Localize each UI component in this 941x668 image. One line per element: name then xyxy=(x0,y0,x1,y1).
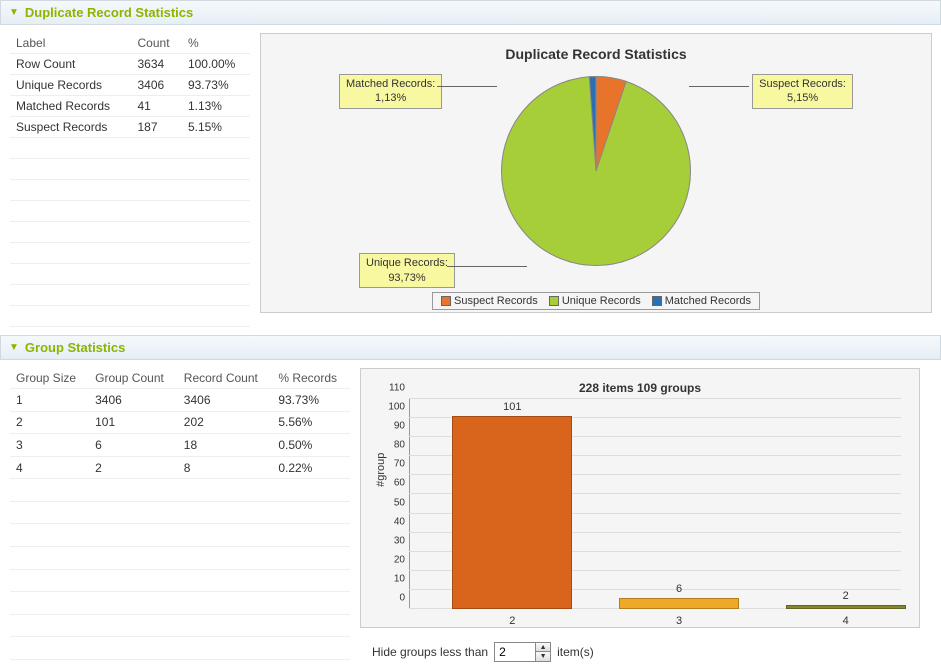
table-row[interactable]: 2 101 202 5.56% xyxy=(10,411,350,434)
col-label: Label xyxy=(10,33,132,54)
table-row[interactable]: 3 6 18 0.50% xyxy=(10,434,350,457)
col-pct-records: % Records xyxy=(272,368,350,389)
pie-chart-title: Duplicate Record Statistics xyxy=(269,42,923,66)
duplicate-stats-title: Duplicate Record Statistics xyxy=(25,5,193,20)
col-pct: % xyxy=(182,33,250,54)
col-group-size: Group Size xyxy=(10,368,89,389)
group-stats-body: Group Size Group Count Record Count % Re… xyxy=(0,360,941,668)
hide-groups-spinner[interactable]: ▲ ▼ xyxy=(494,642,551,662)
swatch-unique xyxy=(549,296,559,306)
swatch-matched xyxy=(652,296,662,306)
callout-matched: Matched Records:1,13% xyxy=(339,74,442,109)
table-row[interactable]: Row Count 3634 100.00% xyxy=(10,54,250,75)
spinner-up-icon[interactable]: ▲ xyxy=(536,643,550,652)
duplicate-stats-body: Label Count % Row Count 3634 100.00% Uni… xyxy=(0,25,941,335)
hide-groups-label-post: item(s) xyxy=(557,645,594,659)
bar-chart-title: 228 items 109 groups xyxy=(369,377,911,399)
swatch-suspect xyxy=(441,296,451,306)
chevron-down-icon: ▼ xyxy=(9,342,19,353)
group-stats-title: Group Statistics xyxy=(25,340,125,355)
bar-chart-container: 228 items 109 groups #group 010203040506… xyxy=(360,368,920,628)
col-count: Count xyxy=(132,33,182,54)
duplicate-stats-table: Label Count % Row Count 3634 100.00% Uni… xyxy=(10,33,250,327)
chevron-down-icon: ▼ xyxy=(9,7,19,18)
bar-2: 101 xyxy=(452,416,572,609)
spinner-down-icon[interactable]: ▼ xyxy=(536,652,550,661)
pie-chart-container: Duplicate Record Statistics Matched Reco… xyxy=(260,33,932,313)
bar-3: 6 xyxy=(619,598,739,609)
hide-groups-label-pre: Hide groups less than xyxy=(372,645,488,659)
table-row[interactable]: Matched Records 41 1.13% xyxy=(10,96,250,117)
hide-groups-input[interactable] xyxy=(495,643,535,661)
group-stats-header[interactable]: ▼ Group Statistics xyxy=(0,335,941,360)
table-row[interactable]: Unique Records 3406 93.73% xyxy=(10,75,250,96)
group-stats-table: Group Size Group Count Record Count % Re… xyxy=(10,368,350,660)
bar-chart: #group 010203040506070809010011010126324 xyxy=(409,399,901,609)
callout-suspect: Suspect Records:5,15% xyxy=(752,74,853,109)
pie-chart xyxy=(466,66,726,276)
pie-legend: Suspect Records Unique Records Matched R… xyxy=(432,292,760,310)
bar-4: 2 xyxy=(786,605,906,609)
col-record-count: Record Count xyxy=(178,368,273,389)
col-group-count: Group Count xyxy=(89,368,178,389)
callout-unique: Unique Records:93,73% xyxy=(359,253,455,288)
hide-groups-control: Hide groups less than ▲ ▼ item(s) xyxy=(360,636,941,668)
table-row[interactable]: Suspect Records 187 5.15% xyxy=(10,117,250,138)
table-row[interactable]: 4 2 8 0.22% xyxy=(10,456,350,479)
table-row[interactable]: 1 3406 3406 93.73% xyxy=(10,389,350,412)
duplicate-stats-header[interactable]: ▼ Duplicate Record Statistics xyxy=(0,0,941,25)
